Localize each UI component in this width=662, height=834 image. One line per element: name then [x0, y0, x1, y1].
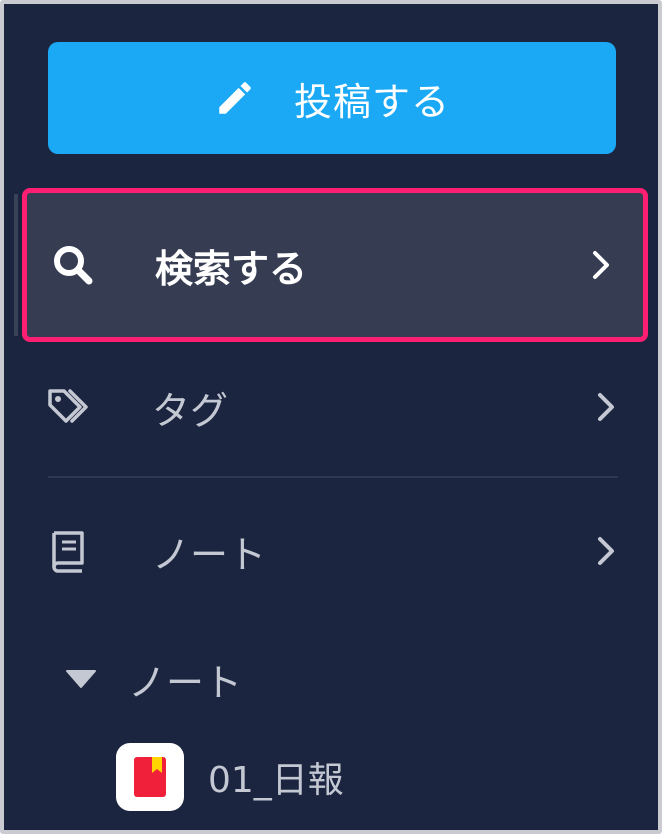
note-item[interactable]: 01_日報 — [116, 742, 344, 812]
post-button-label: 投稿する — [293, 81, 450, 124]
chevron-right-icon — [594, 388, 618, 426]
sidebar-item-label: 検索する — [155, 246, 308, 291]
sidebar-item-search[interactable]: 検索する — [22, 188, 648, 342]
notes-section-label: ノート — [128, 660, 243, 705]
chevron-right-icon — [589, 246, 613, 284]
post-button[interactable]: 投稿する — [48, 42, 616, 154]
chevron-right-icon — [594, 532, 618, 570]
pencil-icon — [214, 77, 256, 119]
notebook-icon — [116, 743, 184, 811]
sidebar-item-tags[interactable]: タグ — [22, 352, 648, 462]
notes-section-toggle[interactable]: ノート — [64, 644, 242, 714]
note-item-label: 01_日報 — [208, 760, 344, 801]
sidebar-panel: 投稿する 検索する タグ ノート ノート 01_日報 — [0, 0, 662, 834]
tag-icon — [44, 383, 92, 431]
scroll-edge — [14, 194, 18, 336]
caret-down-icon — [64, 668, 98, 690]
sidebar-item-label: タグ — [152, 388, 229, 433]
search-icon — [49, 241, 97, 289]
book-icon — [44, 527, 92, 575]
divider — [48, 476, 618, 478]
sidebar-item-notes[interactable]: ノート — [22, 496, 648, 606]
sidebar-item-label: ノート — [152, 532, 267, 577]
